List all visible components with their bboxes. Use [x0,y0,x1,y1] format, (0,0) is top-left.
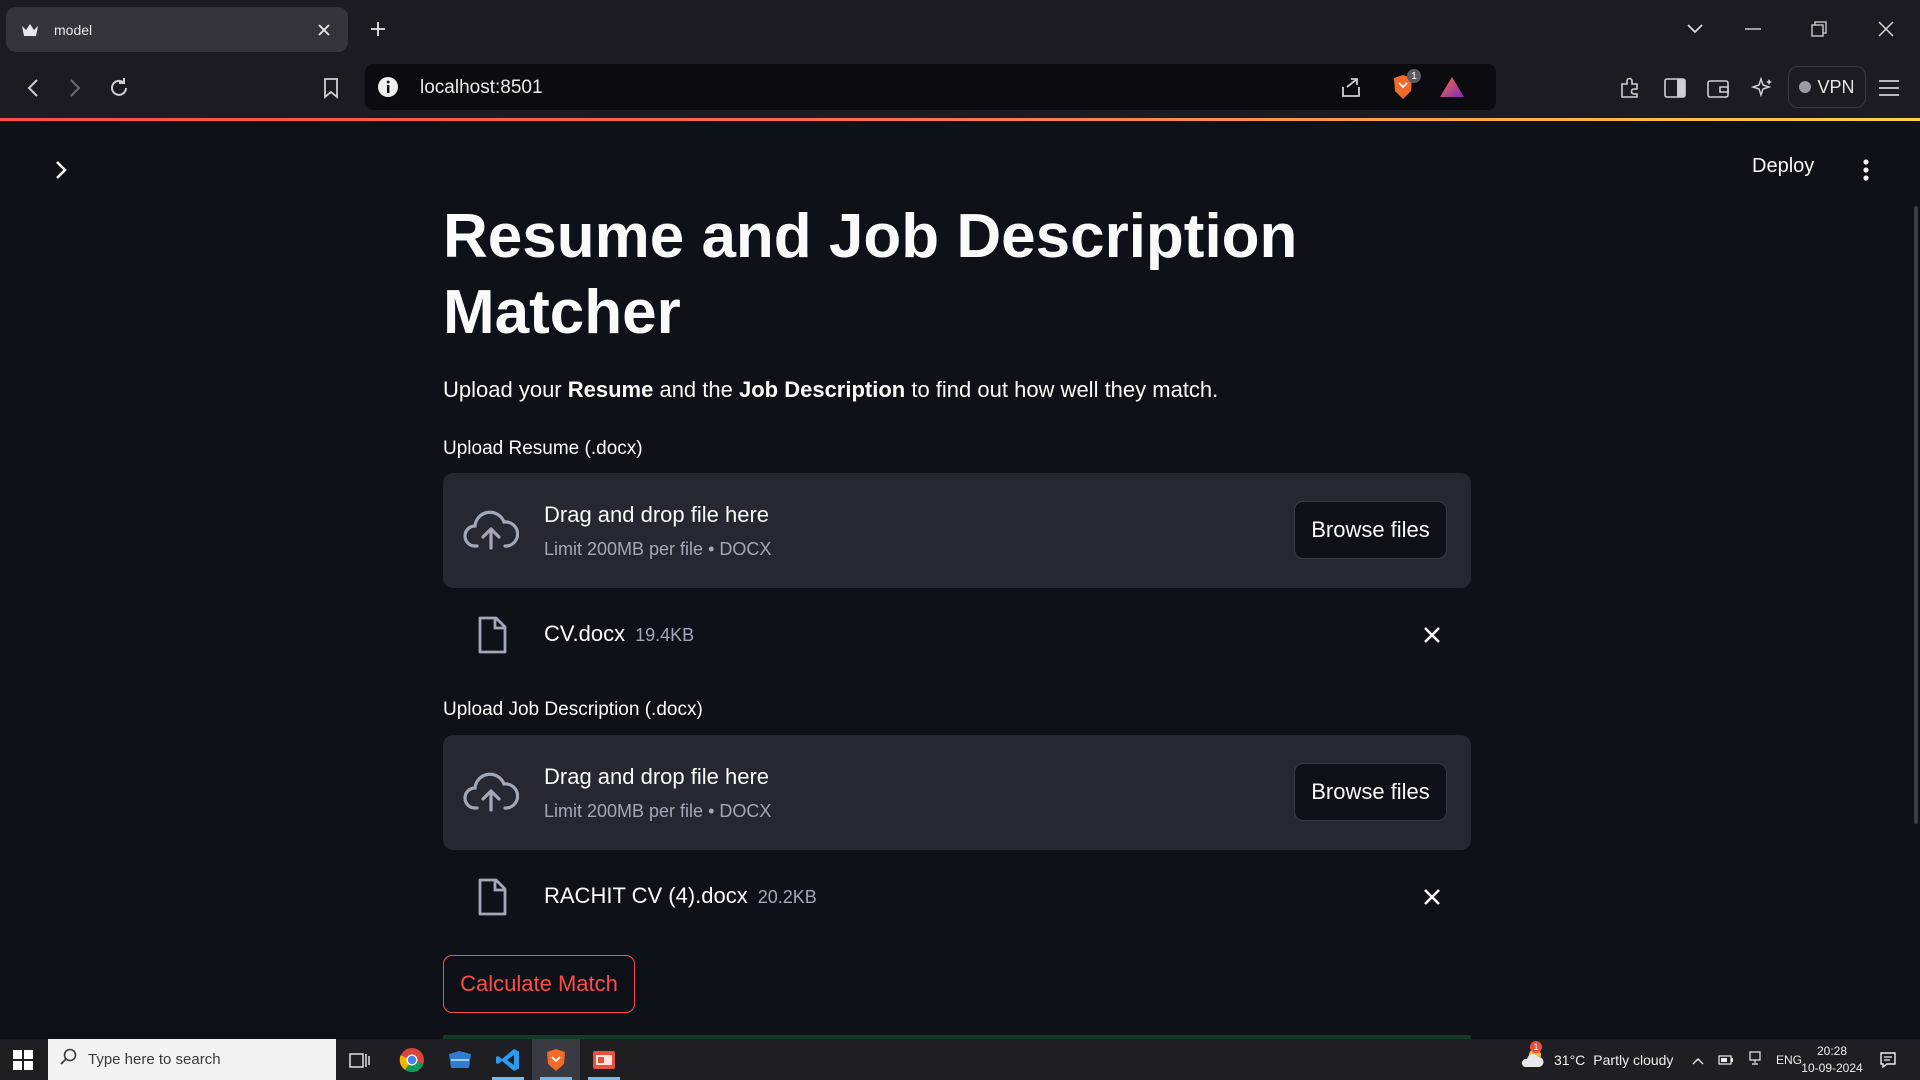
close-window-icon[interactable] [1871,14,1901,44]
cloud-upload-icon [463,507,519,553]
jd-upload-label: Upload Job Description (.docx) [443,699,703,720]
brave-rewards-icon[interactable] [1438,73,1466,101]
page-title: Resume and Job Description Matcher [443,202,1298,347]
presentation-app-icon[interactable] [580,1039,628,1080]
share-icon[interactable] [1337,73,1365,101]
cloud-upload-icon [463,769,519,815]
resume-browse-files-button[interactable]: Browse files [1294,501,1447,559]
windows-start-icon[interactable] [10,1047,36,1073]
dropzone-title: Drag and drop file here [544,764,770,789]
back-icon[interactable] [16,71,50,105]
extensions-icon[interactable] [1613,71,1647,105]
new-tab-icon[interactable] [366,17,390,41]
main-menu-kebab-icon[interactable] [1852,155,1880,185]
reload-icon[interactable] [102,71,136,105]
battery-icon[interactable] [1718,1052,1734,1068]
windows-taskbar: Type here to search 1 31°C Partly cloudy [0,1039,1920,1080]
restore-icon[interactable] [1804,14,1834,44]
search-icon [60,1048,78,1071]
sidebar-panel-icon[interactable] [1658,71,1692,105]
expand-sidebar-chevron-icon[interactable] [48,157,74,183]
weather-widget[interactable]: 1 31°C Partly cloudy [1520,1039,1673,1080]
dropzone-title: Drag and drop file here [544,502,770,527]
resume-dropzone[interactable]: Drag and drop file here Limit 200MB per … [443,473,1471,588]
jd-file-size: 20.2KB [757,887,817,907]
clock-time: 20:28 [1816,1044,1848,1058]
browser-tab-strip: model [0,0,1920,58]
leo-ai-icon[interactable] [1746,71,1780,105]
vpn-label: VPN [1817,76,1855,97]
brave-shields-icon[interactable]: 1 [1389,69,1421,101]
resume-uploaded-file: CV.docx 19.4KB [443,604,1471,664]
bookmark-icon[interactable] [314,71,348,105]
system-tray: ENG [1692,1039,1802,1080]
jd-dropzone[interactable]: Drag and drop file here Limit 200MB per … [443,735,1471,850]
document-icon [475,876,509,918]
taskbar-search-box[interactable]: Type here to search [48,1039,336,1080]
weather-alert-badge: 1 [1530,1041,1542,1053]
minimize-icon[interactable] [1738,14,1768,44]
jd-file-name: RACHIT CV (4).docx 20.2KB [544,883,817,908]
taskbar-clock[interactable]: 20:28 10-09-2024 [1796,1043,1868,1077]
network-icon[interactable] [1748,1051,1762,1068]
tab-close-icon[interactable] [314,20,334,40]
file-explorer-app-icon[interactable] [436,1039,484,1080]
dropzone-limit-text: Limit 200MB per file • DOCX [544,539,772,559]
menu-hamburger-icon[interactable] [1872,71,1906,105]
remove-jd-file-icon[interactable] [1419,884,1445,910]
jd-browse-files-button[interactable]: Browse files [1294,763,1447,821]
task-view-icon[interactable] [336,1039,384,1080]
calculate-match-button[interactable]: Calculate Match [443,955,635,1013]
url-text: localhost:8501 [420,77,543,98]
vpn-status-icon [1799,81,1812,93]
browser-tab[interactable]: model [6,7,348,52]
deploy-button[interactable]: Deploy [1752,155,1814,178]
remove-resume-file-icon[interactable] [1419,622,1445,648]
streamlit-crown-icon [20,20,40,40]
weather-temp: 31°C [1554,1051,1586,1068]
page-scrollbar[interactable] [1914,206,1918,824]
clock-date: 10-09-2024 [1801,1061,1863,1075]
resume-file-size: 19.4KB [635,625,695,645]
vpn-button[interactable]: VPN [1788,66,1866,108]
wallet-icon[interactable] [1701,71,1735,105]
vscode-app-icon[interactable] [484,1039,532,1080]
forward-icon[interactable] [58,71,92,105]
tab-title: model [54,21,93,38]
site-info-icon[interactable] [376,75,400,99]
notification-center-icon[interactable] [1868,1039,1908,1080]
chrome-app-icon[interactable] [388,1039,436,1080]
resume-upload-label: Upload Resume (.docx) [443,438,643,459]
partly-cloudy-icon: 1 [1520,1041,1546,1072]
dropzone-limit-text: Limit 200MB per file • DOCX [544,801,772,821]
brave-app-icon[interactable] [532,1039,580,1080]
resume-file-name: CV.docx 19.4KB [544,621,695,646]
app-main: Deploy Resume and Job Description Matche… [0,121,1920,1039]
taskbar-search-placeholder: Type here to search [88,1051,221,1068]
jd-uploaded-file: RACHIT CV (4).docx 20.2KB [443,866,1471,926]
weather-desc: Partly cloudy [1593,1051,1674,1068]
show-hidden-icons-chevron-icon[interactable] [1692,1052,1704,1068]
document-icon [475,614,509,656]
intro-text: Upload your Resume and the Job Descripti… [443,377,1219,402]
address-bar[interactable]: localhost:8501 1 [365,64,1496,110]
browser-toolbar: localhost:8501 1 VPN [0,58,1920,118]
tab-search-chevron-icon[interactable] [1680,14,1710,44]
shields-badge: 1 [1407,69,1421,83]
